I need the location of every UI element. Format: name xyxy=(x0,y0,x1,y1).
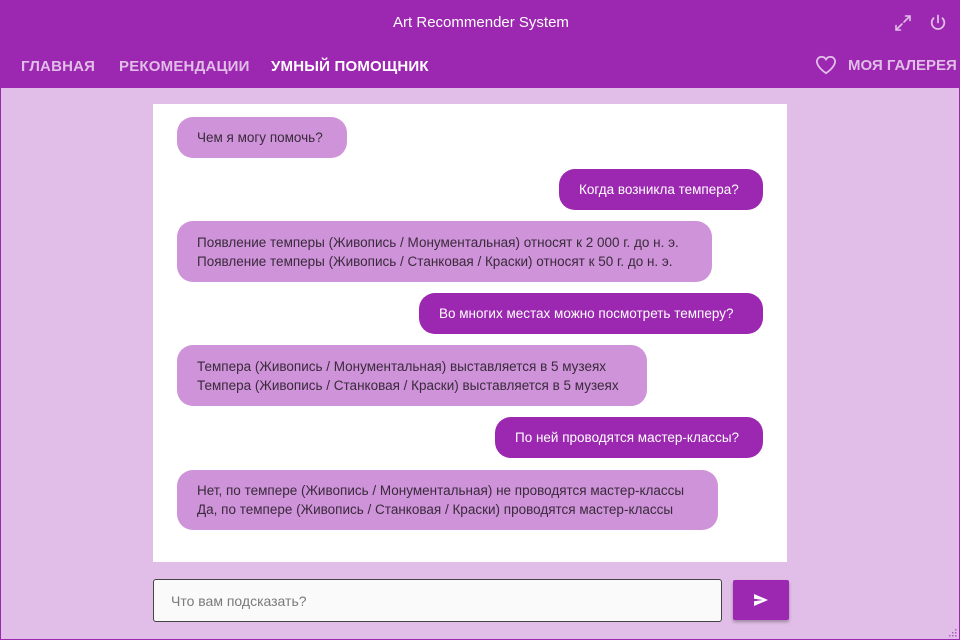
message-line: Темпера (Живопись / Станковая / Краски) … xyxy=(197,377,619,393)
heart-outline-icon xyxy=(815,55,837,75)
my-gallery-label: МОЯ ГАЛЕРЕЯ xyxy=(848,56,957,74)
send-icon xyxy=(754,594,768,606)
user-message: Когда возникла темпера? xyxy=(559,169,763,210)
my-gallery-link[interactable]: МОЯ ГАЛЕРЕЯ xyxy=(815,55,957,75)
user-message: По ней проводятся мастер-классы? xyxy=(495,417,763,458)
message-line: Темпера (Живопись / Монументальная) выст… xyxy=(197,358,607,374)
bot-message: Появление темперы (Живопись / Монументал… xyxy=(177,221,712,282)
message-line: Нет, по темпере (Живопись / Монументальн… xyxy=(197,483,685,498)
message-line: Да, по темпере (Живопись / Станковая / К… xyxy=(197,502,674,517)
bot-message: Нет, по темпере (Живопись / Монументальн… xyxy=(177,470,718,530)
message-line: Появление темперы (Живопись / Монументал… xyxy=(197,234,679,250)
resize-grip-icon[interactable] xyxy=(947,627,957,637)
user-message: Во многих местах можно посмотреть темпер… xyxy=(419,293,763,334)
message-line: Во многих местах можно посмотреть темпер… xyxy=(439,306,734,321)
expand-button[interactable] xyxy=(892,12,914,34)
send-button[interactable] xyxy=(733,580,789,620)
chat-panel: Чем я могу помочь? Когда возникла темпер… xyxy=(153,104,787,562)
bot-message: Чем я могу помочь? xyxy=(177,117,347,158)
tab-home[interactable]: ГЛАВНАЯ xyxy=(21,58,95,75)
expand-icon xyxy=(895,15,911,31)
message-input-box[interactable] xyxy=(153,579,722,622)
message-line: Когда возникла темпера? xyxy=(579,182,739,197)
bot-message: Темпера (Живопись / Монументальная) выст… xyxy=(177,345,647,406)
power-icon xyxy=(930,14,946,30)
message-line: По ней проводятся мастер-классы? xyxy=(515,430,740,445)
window-title: Art Recommender System xyxy=(393,14,569,31)
message-line: Чем я могу помочь? xyxy=(197,130,323,145)
nav-bar: ГЛАВНАЯ РЕКОМЕНДАЦИИ УМНЫЙ ПОМОЩНИК МОЯ … xyxy=(1,46,960,88)
title-bar: Art Recommender System xyxy=(1,0,960,46)
message-line: Появление темперы (Живопись / Станковая … xyxy=(197,253,673,269)
tab-smart-assistant[interactable]: УМНЫЙ ПОМОЩНИК xyxy=(271,58,429,75)
power-button[interactable] xyxy=(927,12,949,34)
message-input[interactable] xyxy=(154,580,721,621)
tab-recommendations[interactable]: РЕКОМЕНДАЦИИ xyxy=(119,58,250,75)
app-window: Art Recommender System ГЛАВНАЯ РЕКОМЕНДА… xyxy=(0,0,960,640)
